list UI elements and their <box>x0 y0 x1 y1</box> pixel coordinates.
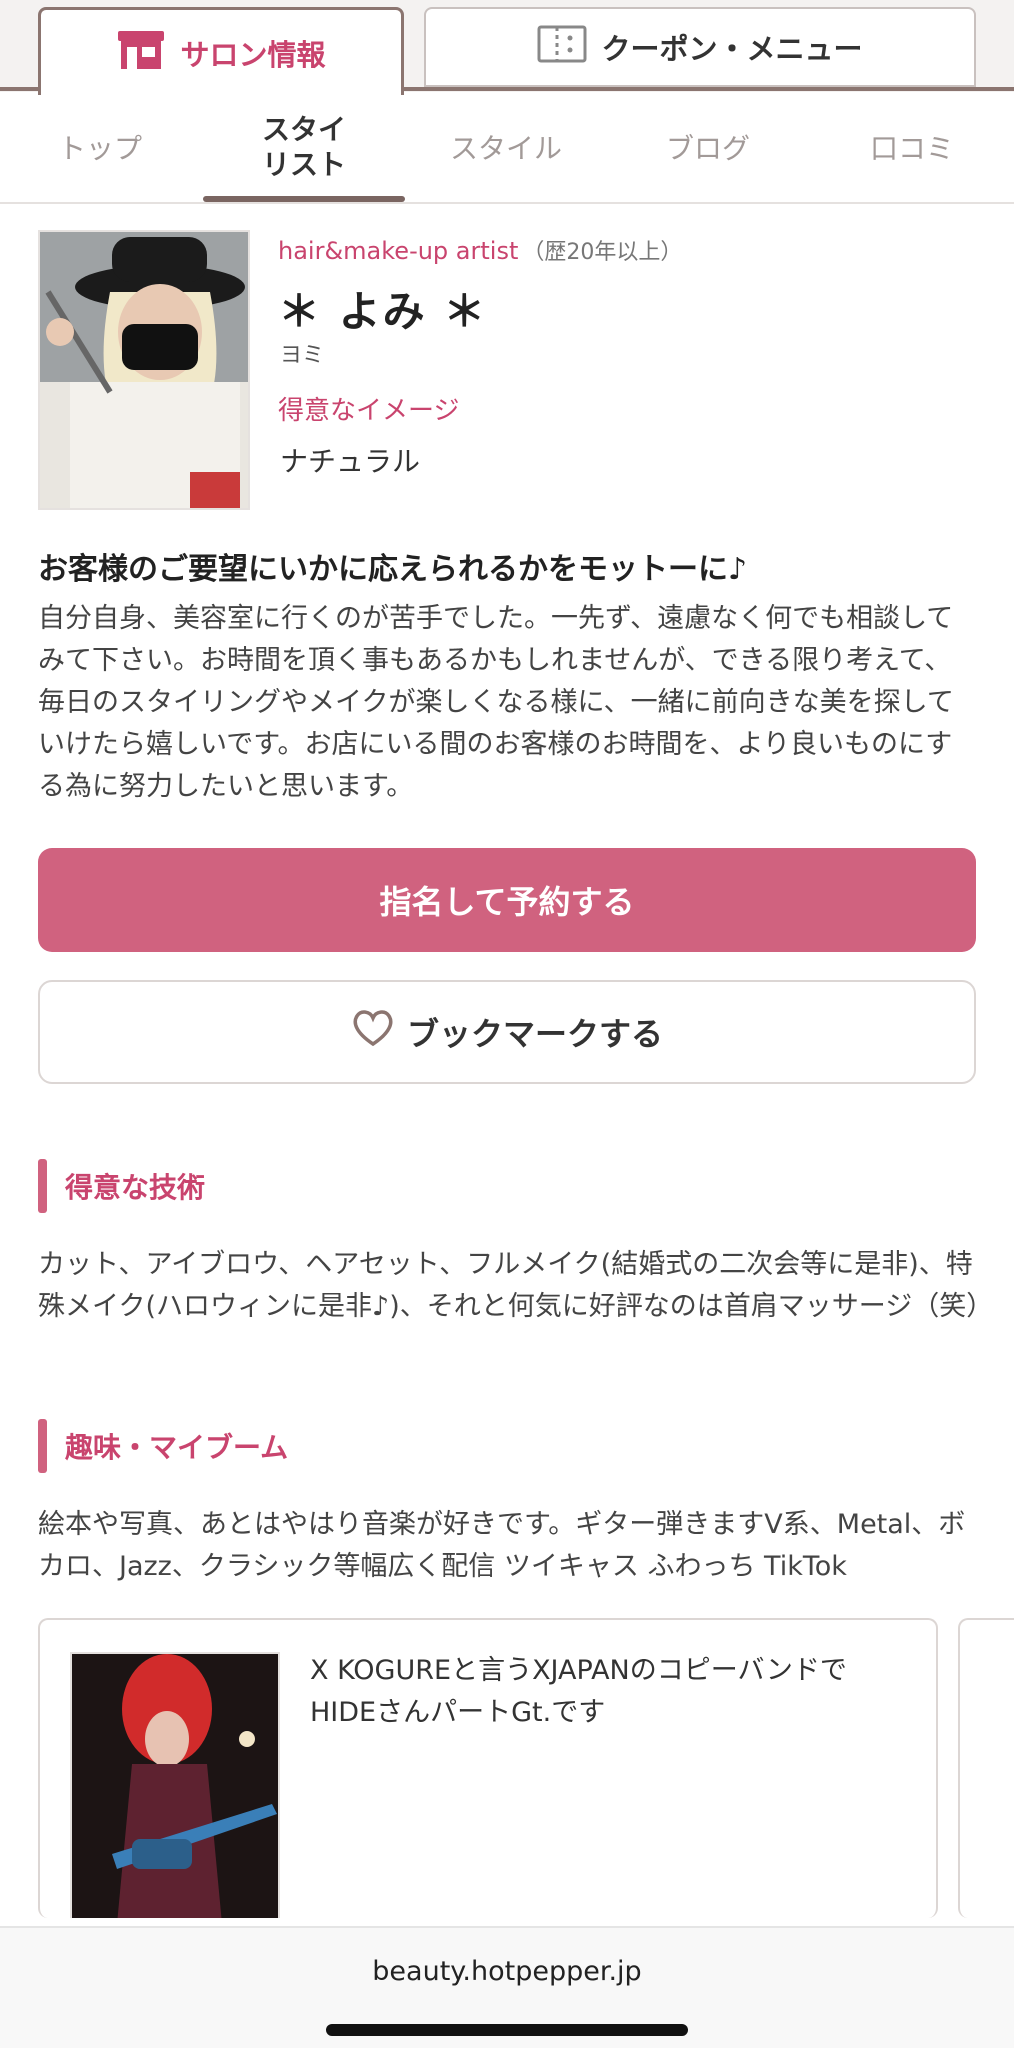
subnav-active-indicator <box>203 196 405 202</box>
section-accent-bar <box>38 1419 47 1473</box>
tab-coupon-menu[interactable]: クーポン・メニュー <box>424 7 976 87</box>
hobby-photo-card[interactable]: X KOGUREと言うXJAPANのコピーバンドでHIDEさんパートGt.です <box>38 1618 938 1918</box>
experience-text: （歴20年以上） <box>522 240 683 265</box>
next-photo-card[interactable] <box>958 1618 1014 1918</box>
section-accent-bar <box>38 1159 47 1213</box>
subnav-reviews[interactable]: 口コミ <box>812 92 1012 202</box>
subnav-top[interactable]: トップ <box>0 92 200 202</box>
subnav-style[interactable]: スタイル <box>406 92 606 202</box>
heart-icon <box>351 1008 395 1056</box>
subnav-blog-label: ブログ <box>665 132 750 165</box>
home-indicator[interactable] <box>326 2024 688 2036</box>
subnav-stylist-label: スタイ リスト <box>262 112 346 182</box>
specialty-image-label: 得意なイメージ <box>278 396 460 426</box>
reserve-button[interactable]: 指名して予約する <box>38 848 976 952</box>
stylist-name-kana: ヨミ <box>280 343 325 368</box>
hobby-heading-label: 趣味・マイブーム <box>65 1431 289 1464</box>
stylist-role: hair&make-up artist （歴20年以上） <box>278 234 682 266</box>
skills-text: カット、アイブロウ、ヘアセット、フルメイク(結婚式の二次会等に是非)、特殊メイク… <box>38 1249 994 1322</box>
hobby-heading: 趣味・マイブーム <box>38 1419 289 1473</box>
subnav-style-label: スタイル <box>449 132 562 165</box>
intro-text: 自分自身、美容室に行くのが苦手でした。一先ず、遠慮なく何でも相談してみて下さい。… <box>38 603 954 802</box>
sub-navigation: トップ スタイ リスト スタイル ブログ 口コミ <box>0 92 1014 204</box>
subnav-stylist[interactable]: スタイ リスト <box>204 92 404 202</box>
menu-book-icon <box>537 25 587 70</box>
stylist-photo[interactable] <box>38 230 250 510</box>
tab-salon-info[interactable]: サロン情報 <box>38 7 404 95</box>
bookmark-button-label: ブックマークする <box>406 1015 663 1053</box>
hobby-text: 絵本や写真、あとはやはり音楽が好きです。ギター弾きますV系、Metal、ボカロ、… <box>38 1509 966 1582</box>
subnav-stylist-line1: スタイ <box>261 113 346 146</box>
role-text: hair&make-up artist <box>278 237 519 265</box>
tab-coupon-label: クーポン・メニュー <box>601 32 863 66</box>
bookmark-button[interactable]: ブックマークする <box>38 980 976 1084</box>
reserve-button-label: 指名して予約する <box>379 883 635 921</box>
skills-heading: 得意な技術 <box>38 1159 206 1213</box>
card-caption: X KOGUREと言うXJAPANのコピーバンドでHIDEさんパートGt.です <box>310 1655 847 1728</box>
tab-salon-label: サロン情報 <box>180 37 326 72</box>
skills-heading-label: 得意な技術 <box>65 1171 206 1204</box>
motto-heading: お客様のご要望にいかに応えられるかをモットーに♪ <box>38 552 748 587</box>
top-tab-area: サロン情報 クーポン・メニュー <box>0 0 1014 95</box>
subnav-stylist-line2: リスト <box>261 148 346 181</box>
band-photo[interactable] <box>70 1652 280 1918</box>
subnav-blog[interactable]: ブログ <box>608 92 808 202</box>
url-text: beauty.hotpepper.jp <box>372 1956 642 1987</box>
subnav-top-label: トップ <box>57 132 142 165</box>
shop-icon <box>116 27 166 78</box>
stylist-name: ＊ よみ ＊ <box>278 287 488 336</box>
specialty-image-value: ナチュラル <box>280 445 421 478</box>
subnav-reviews-label: 口コミ <box>869 132 954 165</box>
browser-address-bar[interactable]: beauty.hotpepper.jp <box>0 1926 1014 2048</box>
